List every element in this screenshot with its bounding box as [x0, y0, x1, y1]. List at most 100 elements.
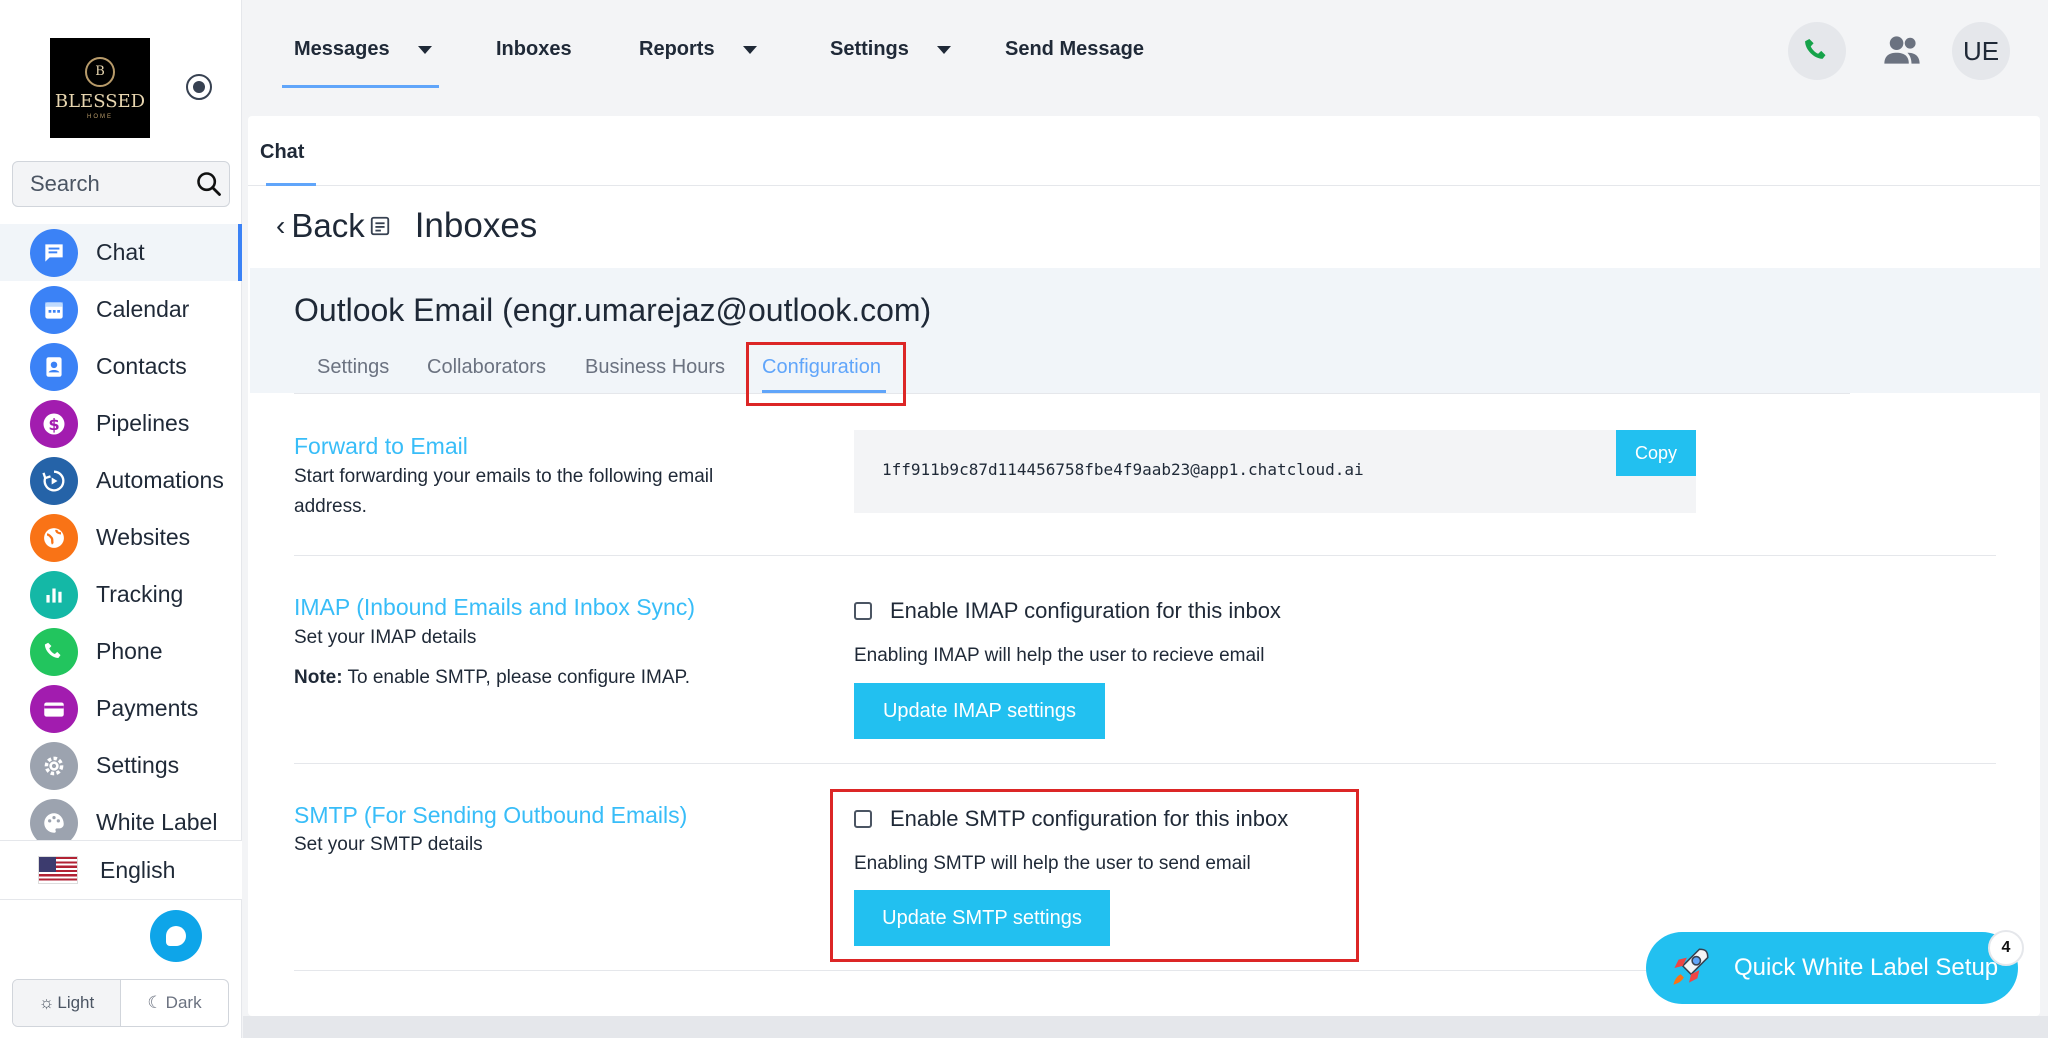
section-divider [294, 555, 1996, 556]
team-button[interactable] [1878, 28, 1926, 72]
nav-inboxes-label: Inboxes [496, 38, 572, 60]
language-label: English [100, 856, 176, 883]
quick-setup-label: Quick White Label Setup [1734, 954, 1999, 981]
sidebar-item-label: Tracking [96, 581, 184, 607]
forward-description-line2: address. [294, 496, 367, 517]
theme-toggle: ☼ Light ☾ Dark [12, 979, 229, 1027]
sidebar-item-calendar[interactable]: Calendar [0, 281, 242, 338]
chat-icon [30, 228, 78, 277]
logo-subtext: HOME [87, 113, 113, 120]
search-placeholder: Search [30, 171, 100, 196]
phone-icon [1805, 38, 1826, 59]
nav-inboxes[interactable]: Inboxes [496, 38, 572, 61]
sidebar-item-label: Websites [96, 524, 191, 550]
top-navigation: Messages Inboxes Reports Settings Send M… [243, 0, 2048, 110]
nav-reports[interactable]: Reports [639, 38, 757, 61]
nav-messages[interactable]: Messages [294, 38, 432, 61]
bottom-scrollbar[interactable] [243, 1016, 2048, 1038]
sidebar-item-contacts[interactable]: Contacts [0, 338, 242, 395]
rocket-icon [1673, 948, 1709, 985]
svg-text:$: $ [48, 414, 59, 433]
imap-title: IMAP (Inbound Emails and Inbox Sync) [294, 594, 696, 620]
theme-dark-button[interactable]: ☾ Dark [121, 980, 228, 1026]
sidebar-item-chat[interactable]: Chat [0, 224, 242, 281]
sidebar-nav: Chat Calendar Contacts $ Pipelines Autom… [0, 224, 242, 851]
sidebar: B BLESSED HOME Search Chat Calendar Cont… [0, 0, 242, 1038]
theme-light-label: Light [57, 993, 95, 1012]
imap-enable-checkbox[interactable] [854, 602, 872, 620]
imap-description: Set your IMAP details [294, 627, 477, 648]
call-button[interactable] [1788, 22, 1846, 80]
nav-active-indicator [282, 85, 439, 88]
automation-icon [30, 456, 78, 505]
nav-send-message-label: Send Message [1005, 38, 1144, 60]
page-title: Inboxes [414, 206, 538, 245]
nav-settings[interactable]: Settings [830, 38, 951, 61]
forward-address: 1ff911b9c87d114456758fbe4f9aab23@app1.ch… [882, 460, 1364, 479]
sidebar-item-automations[interactable]: Automations [0, 452, 242, 509]
sidebar-item-label: Payments [96, 695, 199, 721]
sidebar-item-websites[interactable]: Websites [0, 509, 242, 566]
smtp-title: SMTP (For Sending Outbound Emails) [294, 802, 688, 828]
back-button[interactable]: Back [291, 207, 364, 245]
inbox-doc-icon [370, 216, 389, 236]
sidebar-item-payments[interactable]: Payments [0, 680, 242, 737]
sidebar-item-label: Calendar [96, 296, 190, 322]
tab-active-indicator [266, 183, 316, 186]
chevron-down-icon [742, 45, 757, 54]
section-divider [294, 763, 1996, 764]
page-header: ‹ Back Inboxes [276, 206, 537, 246]
update-imap-button[interactable]: Update IMAP settings [854, 683, 1105, 739]
chevron-down-icon [936, 45, 951, 54]
theme-light-button[interactable]: ☼ Light [13, 980, 121, 1026]
notification-badge: 4 [1988, 930, 2024, 966]
sidebar-item-label: Pipelines [96, 410, 190, 436]
logo-emblem: B [85, 56, 115, 87]
sidebar-item-settings[interactable]: Settings [0, 737, 242, 794]
language-selector[interactable]: English [0, 840, 242, 900]
nav-send-message[interactable]: Send Message [1005, 38, 1144, 61]
chat-widget-button[interactable] [150, 910, 202, 962]
sidebar-item-label: Automations [96, 467, 224, 493]
search-icon[interactable] [189, 164, 229, 204]
tab-settings[interactable]: Settings [317, 356, 389, 379]
chart-icon [30, 570, 78, 619]
tab-collaborators[interactable]: Collaborators [427, 356, 546, 379]
sidebar-item-label: White Label [96, 809, 218, 835]
imap-note: Note: To enable SMTP, please configure I… [294, 663, 690, 693]
sun-icon: ☼ [38, 993, 55, 1012]
quick-white-label-setup-button[interactable]: Quick White Label Setup [1646, 932, 2018, 1004]
imap-help-text: Enabling IMAP will help the user to reci… [854, 645, 1265, 666]
globe-icon [30, 513, 78, 562]
sidebar-item-tracking[interactable]: Tracking [0, 566, 242, 623]
forward-title: Forward to Email [294, 433, 468, 459]
contacts-icon [30, 342, 78, 391]
sidebar-item-label: Settings [96, 752, 180, 778]
tab-chat[interactable]: Chat [260, 141, 304, 164]
highlight-box-configuration [746, 342, 906, 406]
copy-button[interactable]: Copy [1616, 430, 1696, 476]
nav-reports-label: Reports [639, 38, 715, 60]
chevron-down-icon [417, 45, 432, 54]
user-avatar[interactable]: UE [1952, 22, 2010, 80]
sidebar-item-phone[interactable]: Phone [0, 623, 242, 680]
inbox-tabs: Settings Collaborators Business Hours Co… [294, 352, 1850, 394]
sidebar-item-pipelines[interactable]: $ Pipelines [0, 395, 242, 452]
sidebar-item-label: Chat [96, 239, 145, 265]
dollar-icon: $ [30, 399, 78, 448]
sidebar-search[interactable]: Search [12, 161, 230, 207]
theme-dark-label: Dark [165, 993, 202, 1012]
sidebar-pin-toggle[interactable] [186, 74, 212, 100]
forward-description-line1: Start forwarding your emails to the foll… [294, 466, 714, 487]
sidebar-item-label: Contacts [96, 353, 187, 379]
content-tab-row: Chat [248, 116, 2040, 186]
imap-note-label: Note: [294, 667, 343, 688]
card-icon [30, 684, 78, 733]
gear-icon [30, 741, 78, 790]
brand-logo[interactable]: B BLESSED HOME [50, 38, 150, 138]
users-icon [1884, 36, 1920, 64]
tab-business-hours[interactable]: Business Hours [585, 356, 725, 379]
calendar-icon [30, 285, 78, 334]
moon-icon: ☾ [147, 993, 163, 1012]
chevron-left-icon: ‹ [276, 210, 286, 241]
